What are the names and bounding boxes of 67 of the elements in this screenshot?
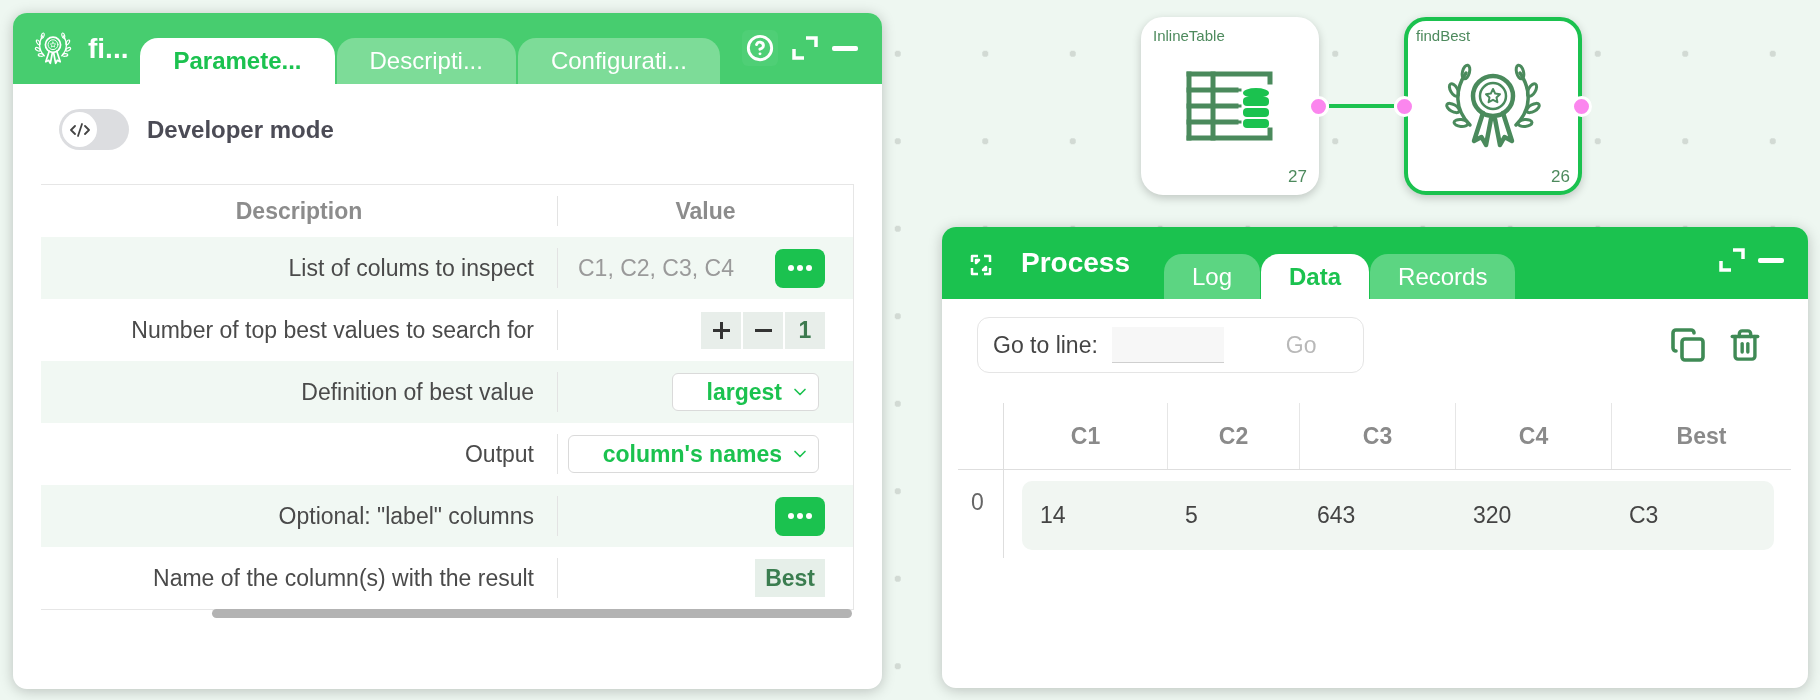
expand-icon[interactable] (1719, 248, 1745, 272)
workflow-node[interactable]: InlineTable 27 (1141, 17, 1319, 195)
parameter-label: List of colums to inspect (288, 253, 534, 283)
table-database-icon (1186, 70, 1274, 141)
minimize-icon[interactable] (832, 45, 858, 51)
panel-tab[interactable]: Paramete... (140, 38, 335, 84)
copy-icon (1670, 327, 1706, 363)
panel-title: Process (1021, 246, 1130, 280)
column-header: C3 (1362, 421, 1393, 451)
node-number: 26 (1551, 165, 1570, 188)
data-cell-text: C3 (1629, 501, 1659, 531)
row-index: 0 (971, 489, 984, 515)
parameter-label: Number of top best values to search for (131, 315, 534, 345)
developer-mode-label: Developer mode (147, 114, 334, 145)
panel-tab[interactable]: Descripti... (336, 38, 516, 84)
more-button[interactable] (775, 248, 825, 288)
minus-icon (754, 328, 772, 332)
node-title: InlineTable (1153, 26, 1226, 46)
sync-icon (969, 253, 993, 277)
select-dropdown[interactable]: largest (671, 373, 819, 411)
data-cell-text: 14 (1040, 501, 1066, 531)
help-icon (746, 34, 774, 62)
panel-tab[interactable]: Log (1163, 254, 1260, 299)
parameter-value: C1, C2, C3, C4 (578, 253, 734, 283)
panel-tab[interactable]: Configurati... (517, 38, 720, 84)
code-icon (69, 122, 90, 137)
parameter-label: Name of the column(s) with the result (153, 563, 534, 593)
plus-icon (712, 321, 730, 339)
minimize-icon[interactable] (1758, 257, 1784, 263)
more-icon (788, 265, 812, 271)
panel-tab[interactable]: Records (1370, 254, 1516, 299)
data-cell-text: 643 (1317, 501, 1356, 531)
select-dropdown[interactable]: column's names (567, 435, 819, 473)
data-row[interactable]: 14 5 643 320 C3 (1022, 481, 1774, 550)
increment-button[interactable] (701, 311, 741, 349)
column-header: Best (1676, 421, 1727, 451)
line-number-input[interactable] (1111, 327, 1224, 363)
workflow-node[interactable]: findBest 26 (1404, 17, 1582, 195)
column-header: C4 (1518, 421, 1549, 451)
go-to-line-label: Go to line: (993, 330, 1098, 360)
more-icon (788, 513, 812, 519)
column-header: Value (675, 196, 736, 226)
text-field[interactable]: Best (755, 559, 825, 597)
copy-button[interactable] (1670, 327, 1706, 363)
data-cell-text: 5 (1185, 501, 1198, 531)
column-header: C2 (1218, 421, 1249, 451)
parameter-label: Output (464, 439, 534, 469)
node-number: 27 (1288, 165, 1307, 188)
data-cell-text: 320 (1473, 501, 1512, 531)
award-icon (34, 32, 72, 65)
node-title: findBest (1416, 26, 1472, 46)
decrement-button[interactable] (743, 311, 783, 349)
expand-icon[interactable] (792, 36, 818, 60)
more-button[interactable] (775, 496, 825, 536)
help-button[interactable] (742, 30, 778, 66)
panel-tab[interactable]: Data (1261, 254, 1370, 299)
delete-button[interactable] (1728, 328, 1762, 362)
stepper-value[interactable]: 1 (785, 311, 825, 349)
column-header: C1 (1070, 421, 1101, 451)
scrollbar-thumb[interactable] (212, 609, 852, 618)
parameter-label: Optional: "label" columns (278, 501, 534, 531)
column-header: Description (234, 196, 364, 226)
developer-mode-toggle[interactable] (59, 109, 129, 150)
trash-icon (1728, 328, 1762, 362)
panel-title: fi... (88, 31, 129, 66)
award-icon (1443, 62, 1543, 149)
parameter-label: Definition of best value (301, 377, 534, 407)
